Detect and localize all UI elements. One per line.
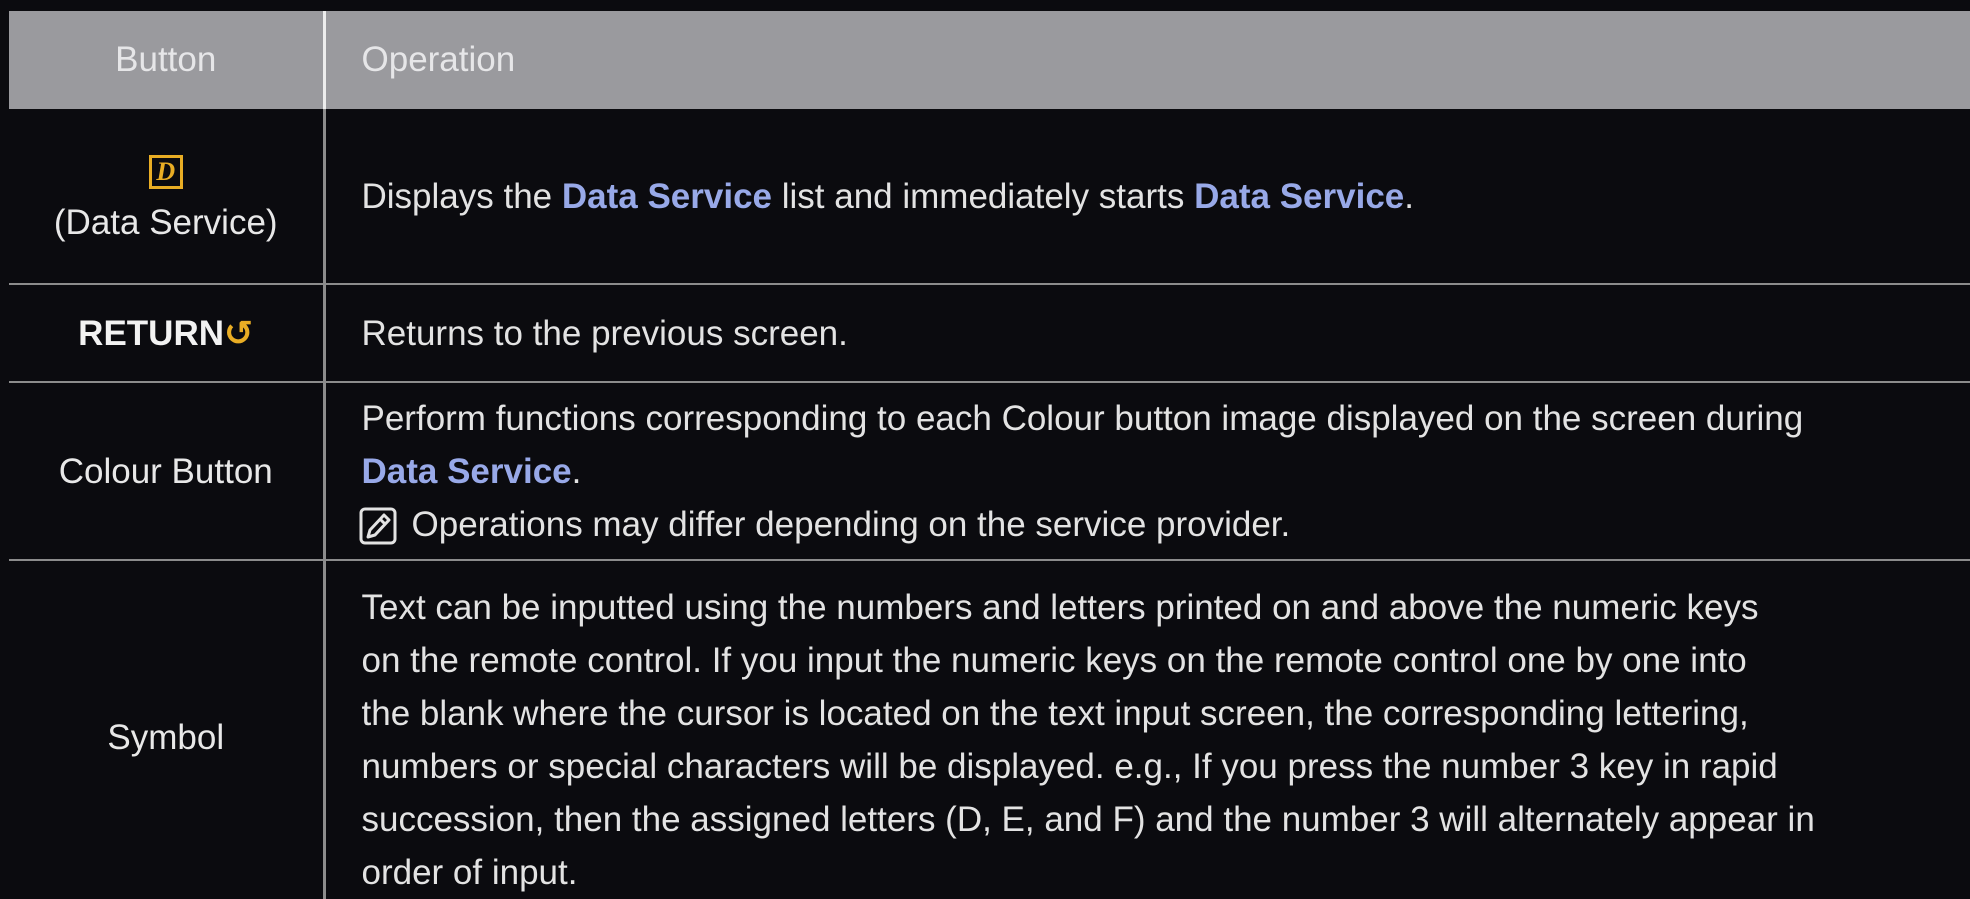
op-text: Perform functions corresponding to each … [362,392,1970,445]
operation-cell-data-service: Displays the Data Service list and immed… [324,109,1970,284]
op-text: . [1404,177,1414,216]
button-label-return: RETURN [78,314,224,353]
op-text: Displays the [362,177,562,216]
op-line: numbers or special characters will be di… [362,740,1970,793]
operations-table: Button Operation D (Data Service) Displa… [9,11,1970,899]
op-line: Text can be inputted using the numbers a… [362,581,1970,634]
op-line: succession, then the assigned letters (D… [362,793,1970,846]
op-line: the blank where the cursor is located on… [362,687,1970,740]
table-row: Colour Button Perform functions correspo… [9,382,1970,560]
table-header-row: Button Operation [9,11,1970,109]
header-button: Button [9,11,324,109]
header-operation: Operation [324,11,1970,109]
data-service-icon: D [149,155,183,189]
note-text: Operations may differ depending on the s… [412,505,1291,544]
button-cell-colour: Colour Button [9,382,324,560]
operation-cell-colour: Perform functions corresponding to each … [324,382,1970,560]
button-cell-return: RETURN↺ [9,284,324,382]
op-text: list and immediately starts [772,177,1194,216]
op-period: . [572,452,582,491]
op-line: on the remote control. If you input the … [362,634,1970,687]
note-line: Operations may differ depending on the s… [362,498,1970,551]
button-cell-symbol: Symbol [9,560,324,899]
button-label-data-service: (Data Service) [54,203,278,242]
top-strip [0,0,1970,11]
note-pencil-icon [358,506,398,546]
data-service-link: Data Service [362,452,572,491]
data-service-link: Data Service [1194,177,1404,216]
op-line: order of input. [362,846,1970,899]
table-row: Symbol Text can be inputted using the nu… [9,560,1970,899]
table-row: RETURN↺ Returns to the previous screen. [9,284,1970,382]
operation-cell-symbol: Text can be inputted using the numbers a… [324,560,1970,899]
table-row: D (Data Service) Displays the Data Servi… [9,109,1970,284]
data-service-link: Data Service [562,177,772,216]
return-arrow-icon: ↺ [224,314,253,353]
operation-cell-return: Returns to the previous screen. [324,284,1970,382]
op-line: Data Service. [362,445,1970,498]
button-cell-data-service: D (Data Service) [9,109,324,284]
